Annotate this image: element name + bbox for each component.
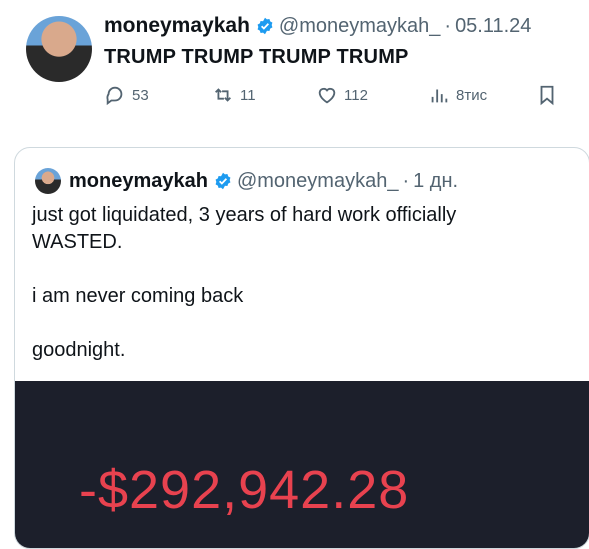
tweet-date[interactable]: 05.11.24 bbox=[455, 15, 531, 38]
tweet-actions: 53 11 112 8тис bbox=[104, 84, 564, 112]
pnl-amount: -$292,942.28 bbox=[79, 460, 410, 520]
views-count: 8тис bbox=[456, 86, 488, 104]
meta-separator: · bbox=[402, 169, 410, 192]
bookmark-button[interactable] bbox=[536, 84, 558, 106]
quoted-tweet-header: moneymaykah @moneymaykah_ · 1 дн. bbox=[35, 168, 458, 194]
retweet-count: 11 bbox=[240, 86, 256, 104]
verified-badge-icon bbox=[215, 172, 231, 190]
views-chart-icon bbox=[431, 89, 448, 103]
meta-separator: · bbox=[444, 14, 452, 37]
author-name[interactable]: moneymaykah bbox=[104, 14, 250, 38]
quoted-tweet-text: just got liquidated, 3 years of hard wor… bbox=[32, 202, 552, 364]
quoted-text-line: goodnight. bbox=[32, 339, 126, 361]
verified-badge-icon bbox=[257, 17, 273, 35]
quoted-avatar[interactable] bbox=[35, 168, 61, 194]
author-handle[interactable]: @moneymaykah_ bbox=[279, 15, 440, 38]
quoted-author-name[interactable]: moneymaykah bbox=[69, 170, 208, 193]
quoted-tweet-time[interactable]: 1 дн. bbox=[413, 170, 458, 193]
quoted-text-line: i am never coming back bbox=[32, 285, 244, 307]
like-count: 112 bbox=[344, 86, 368, 104]
heart-icon bbox=[318, 87, 336, 104]
retweet-button[interactable]: 11 bbox=[212, 84, 256, 106]
tweet-header: moneymaykah @moneymaykah_ · 05.11.24 bbox=[104, 14, 531, 38]
avatar[interactable] bbox=[26, 16, 92, 82]
reply-icon bbox=[106, 86, 123, 106]
quoted-author-handle[interactable]: @moneymaykah_ bbox=[237, 170, 398, 193]
tweet[interactable]: moneymaykah @moneymaykah_ · 05.11.24 TRU… bbox=[0, 0, 589, 549]
reply-button[interactable]: 53 bbox=[104, 84, 149, 106]
like-button[interactable]: 112 bbox=[316, 84, 368, 106]
views-button[interactable]: 8тис bbox=[428, 84, 487, 106]
reply-count: 53 bbox=[132, 86, 149, 104]
quoted-tweet[interactable]: moneymaykah @moneymaykah_ · 1 дн. just g… bbox=[14, 147, 589, 549]
tweet-text: TRUMP TRUMP TRUMP TRUMP bbox=[104, 46, 409, 68]
bookmark-icon bbox=[540, 85, 554, 106]
quoted-media-image[interactable]: -$292,942.28 bbox=[15, 381, 589, 548]
quoted-text-line: just got liquidated, 3 years of hard wor… bbox=[32, 204, 457, 253]
retweet-icon bbox=[215, 88, 231, 102]
